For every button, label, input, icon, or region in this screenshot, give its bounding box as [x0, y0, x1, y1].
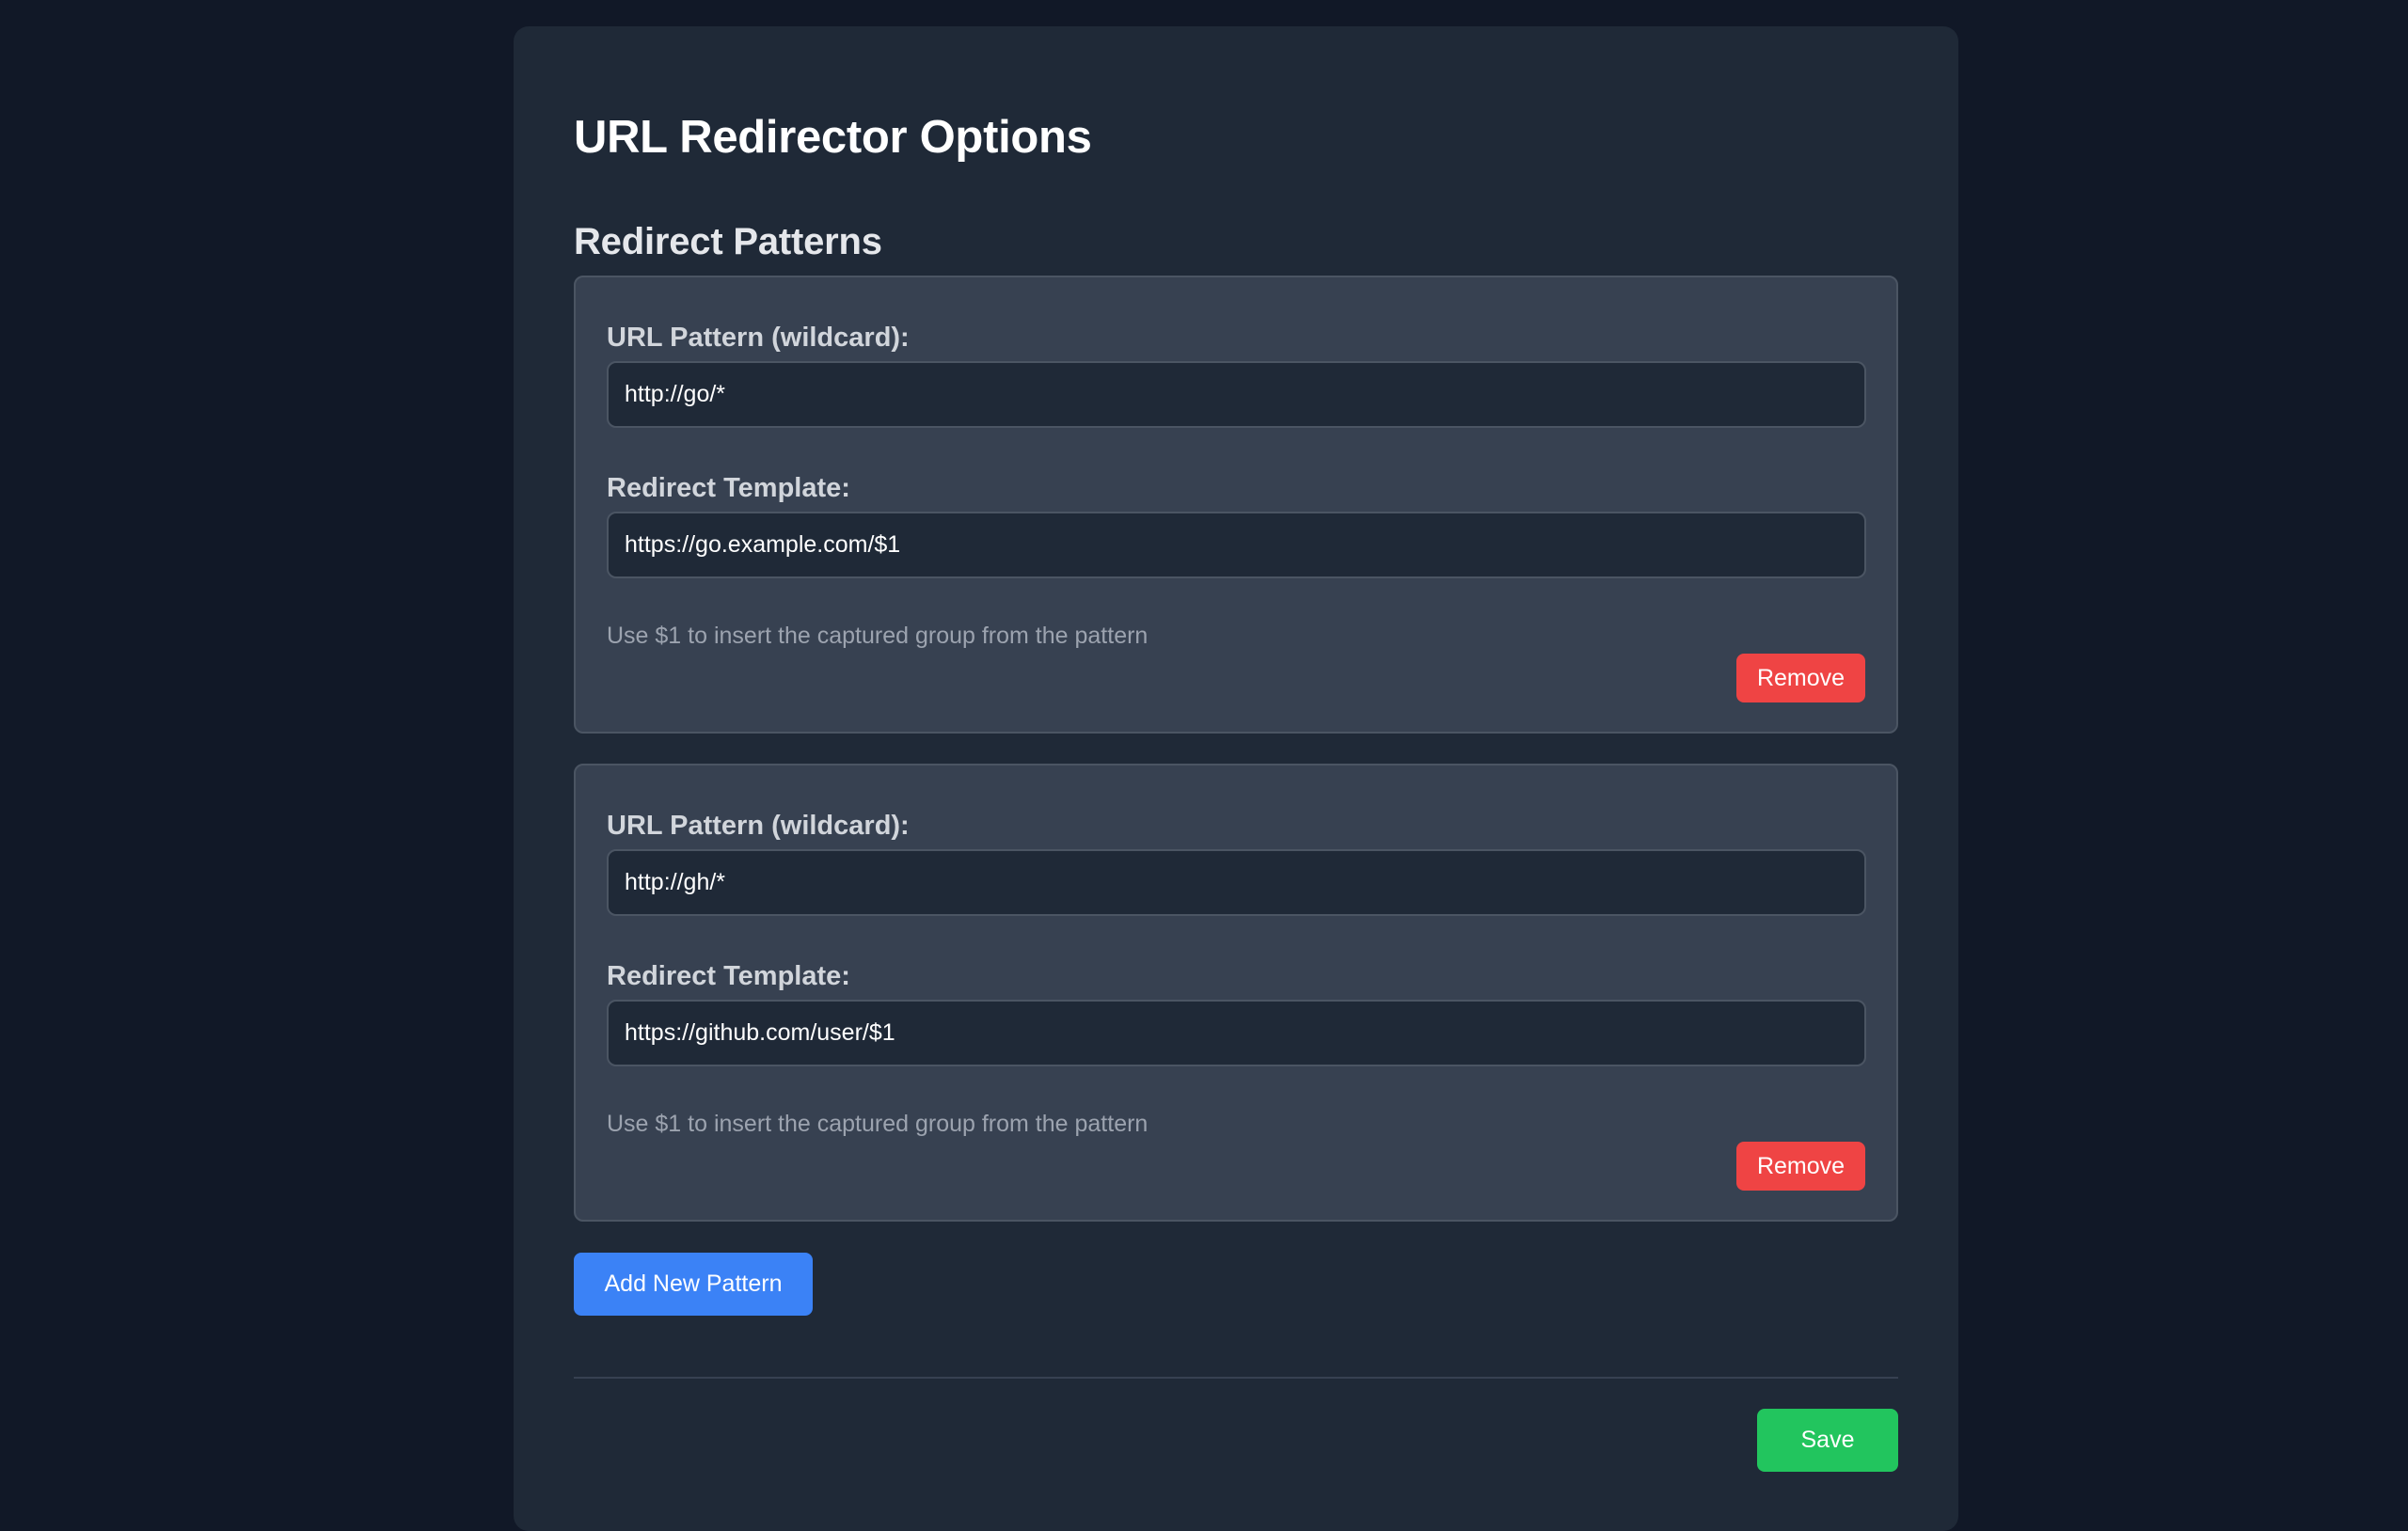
- add-pattern-button[interactable]: Add New Pattern: [574, 1253, 813, 1316]
- remove-pattern-button[interactable]: Remove: [1736, 654, 1865, 702]
- options-panel: URL Redirector Options Redirect Patterns…: [514, 26, 1958, 1531]
- redirect-template-input[interactable]: [607, 512, 1866, 578]
- remove-pattern-button[interactable]: Remove: [1736, 1142, 1865, 1191]
- url-pattern-label: URL Pattern (wildcard):: [607, 811, 910, 841]
- pattern-card: URL Pattern (wildcard): Redirect Templat…: [574, 764, 1898, 1222]
- url-pattern-input[interactable]: [607, 849, 1866, 916]
- section-divider: [574, 1377, 1898, 1379]
- save-button[interactable]: Save: [1757, 1409, 1898, 1472]
- page-title: URL Redirector Options: [574, 112, 1092, 163]
- redirect-template-label: Redirect Template:: [607, 473, 850, 503]
- pattern-card: URL Pattern (wildcard): Redirect Templat…: [574, 276, 1898, 734]
- template-hint: Use $1 to insert the captured group from…: [607, 1111, 1149, 1137]
- section-title: Redirect Patterns: [574, 221, 882, 262]
- template-hint: Use $1 to insert the captured group from…: [607, 623, 1149, 649]
- url-pattern-input[interactable]: [607, 361, 1866, 428]
- url-pattern-label: URL Pattern (wildcard):: [607, 323, 910, 353]
- redirect-template-label: Redirect Template:: [607, 961, 850, 991]
- redirect-template-input[interactable]: [607, 1000, 1866, 1066]
